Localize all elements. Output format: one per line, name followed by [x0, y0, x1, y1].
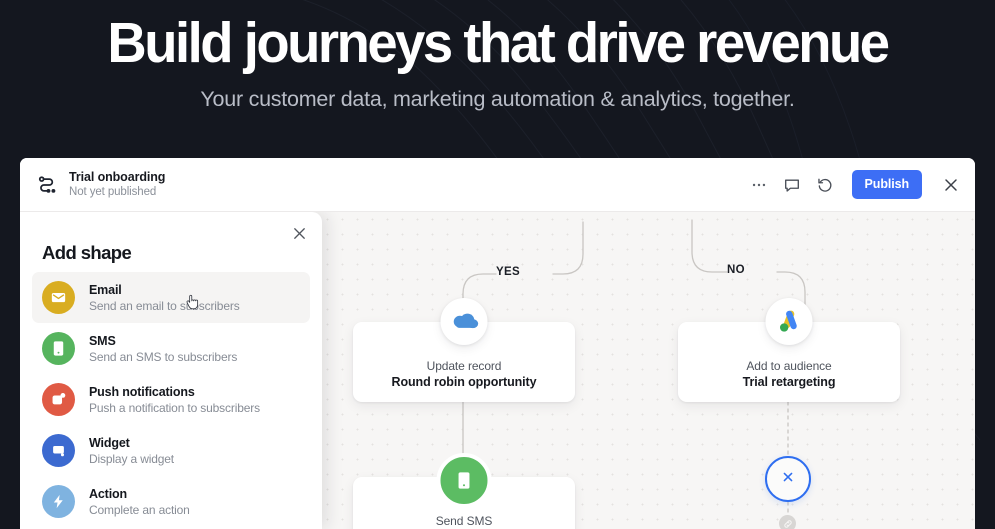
close-icon[interactable]	[941, 175, 961, 195]
node-name: Round robin opportunity	[391, 375, 537, 389]
shape-desc: Send an email to subscribers	[89, 298, 240, 313]
shape-name: Action	[89, 486, 127, 501]
salesforce-cloud-icon	[440, 298, 488, 345]
journey-path-icon	[36, 174, 58, 196]
envelope-icon	[42, 281, 75, 314]
page-subtitle: Your customer data, marketing automation…	[200, 87, 795, 111]
phone-icon	[42, 332, 75, 365]
journey-name: Trial onboarding	[69, 169, 166, 184]
add-shape-panel: Add shape Email Send an email to subscri…	[20, 212, 322, 529]
publish-button[interactable]: Publish	[851, 170, 922, 199]
page-root: Build journeys that drive revenue Your c…	[0, 0, 995, 529]
node-add-to-audience[interactable]: Add to audience Trial retargeting	[678, 298, 900, 402]
exit-node-circle[interactable]	[765, 456, 811, 502]
node-kind: Update record	[426, 359, 502, 373]
panel-title: Add shape	[42, 242, 132, 263]
node-send-sms[interactable]: Send SMS Engage active trial Hi Adam, it…	[353, 453, 575, 529]
lightning-bolt-icon	[42, 485, 75, 518]
push-bell-icon	[42, 383, 75, 416]
node-kind: Add to audience	[746, 359, 832, 373]
journey-canvas[interactable]: YES NO Update record Round robin opportu…	[20, 212, 975, 529]
shape-name: Push notifications	[89, 384, 195, 399]
page-title: Build journeys that drive revenue	[107, 11, 890, 75]
hero-section: Build journeys that drive revenue Your c…	[0, 0, 995, 155]
app-header: Trial onboarding Not yet published Publi…	[20, 158, 975, 212]
shape-item-sms[interactable]: SMS Send an SMS to subscribers	[32, 323, 310, 374]
branch-label-no: NO	[727, 264, 745, 276]
shape-desc: Display a widget	[89, 451, 174, 466]
journey-builder-window: Trial onboarding Not yet published Publi…	[20, 158, 975, 529]
node-name: Trial retargeting	[742, 375, 836, 389]
shape-desc: Complete an action	[89, 502, 190, 517]
shape-text: Widget Display a widget	[89, 435, 174, 467]
mouse-cursor-pointer	[186, 294, 200, 311]
close-x-icon	[779, 468, 797, 491]
shape-name: Widget	[89, 435, 130, 450]
ellipsis-icon[interactable]	[750, 175, 769, 194]
node-update-record[interactable]: Update record Round robin opportunity	[353, 298, 575, 402]
shape-text: Push notifications Push a notification t…	[89, 384, 260, 416]
shape-text: SMS Send an SMS to subscribers	[89, 333, 237, 365]
shape-item-action[interactable]: Action Complete an action	[32, 476, 310, 527]
shape-item-widget[interactable]: Widget Display a widget	[32, 425, 310, 476]
history-revert-icon[interactable]	[816, 175, 835, 194]
branch-label-yes: YES	[496, 266, 521, 278]
shape-text: Action Complete an action	[89, 486, 190, 518]
google-ads-icon	[765, 298, 813, 345]
widget-window-icon	[42, 434, 75, 467]
phone-icon	[436, 453, 492, 508]
node-kind: Send SMS	[435, 514, 493, 528]
shape-item-email[interactable]: Email Send an email to subscribers	[32, 272, 310, 323]
comment-icon[interactable]	[783, 175, 802, 194]
header-actions: Publish	[750, 170, 961, 199]
shape-name: Email	[89, 282, 122, 297]
journey-status: Not yet published	[69, 185, 157, 198]
shape-item-push-notifications[interactable]: Push notifications Push a notification t…	[32, 374, 310, 425]
shape-list: Email Send an email to subscribers SMS S…	[20, 272, 322, 527]
shape-text: Email Send an email to subscribers	[89, 282, 240, 314]
link-anchor-icon[interactable]	[779, 515, 796, 529]
shape-desc: Push a notification to subscribers	[89, 400, 260, 415]
shape-desc: Send an SMS to subscribers	[89, 349, 238, 364]
header-title-block: Trial onboarding Not yet published	[69, 170, 165, 200]
shape-name: SMS	[89, 333, 116, 348]
panel-close-icon[interactable]	[291, 225, 308, 242]
